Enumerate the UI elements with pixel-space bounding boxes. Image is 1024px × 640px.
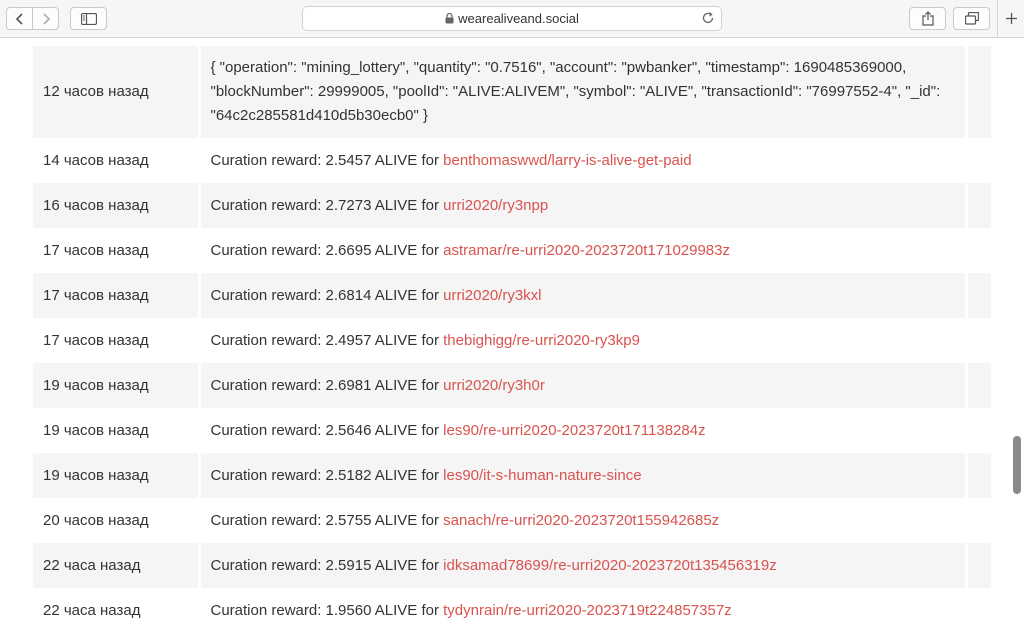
back-button[interactable]	[6, 7, 33, 30]
extra-cell	[966, 273, 991, 318]
reward-text: Curation reward: 2.6695 ALIVE for	[210, 241, 444, 259]
table-row: 22 часа назад Curation reward: 2.5915 AL…	[33, 543, 991, 588]
reward-text: Curation reward: 2.4957 ALIVE for	[210, 331, 444, 349]
post-link[interactable]: les90/re-urri2020-2023720t171138284z	[443, 422, 705, 439]
chevron-right-icon	[42, 12, 50, 25]
reward-text: Curation reward: 2.5755 ALIVE for	[210, 511, 444, 529]
description-cell: Curation reward: 2.4957 ALIVE for thebig…	[199, 318, 968, 363]
time-cell: 17 часов назад	[33, 273, 201, 318]
table-row: 16 часов назад Curation reward: 2.7273 A…	[33, 183, 991, 228]
post-link[interactable]: idksamad78699/re-urri2020-2023720t135456…	[443, 557, 777, 574]
extra-cell	[966, 543, 991, 588]
description-cell: Curation reward: 2.6695 ALIVE for astram…	[199, 228, 968, 273]
time-cell: 19 часов назад	[33, 363, 201, 408]
extra-cell	[966, 363, 991, 408]
share-button[interactable]	[909, 7, 946, 30]
reward-text: Curation reward: 2.5646 ALIVE for	[210, 421, 444, 439]
reload-icon[interactable]	[701, 11, 715, 25]
description-cell: Curation reward: 2.5755 ALIVE for sanach…	[199, 498, 968, 543]
time-cell: 20 часов назад	[33, 498, 201, 543]
address-url: wearealiveand.social	[458, 11, 579, 26]
description-cell: Curation reward: 1.9560 ALIVE for tydynr…	[199, 588, 968, 633]
sidebar-toggle-button[interactable]	[70, 7, 107, 30]
page-content: 12 часов назад { "operation": "mining_lo…	[0, 38, 1024, 640]
extra-cell	[966, 46, 991, 138]
post-link[interactable]: urri2020/ry3h0r	[443, 377, 545, 394]
address-bar[interactable]: wearealiveand.social	[302, 6, 722, 31]
time-cell: 17 часов назад	[33, 228, 201, 273]
description-cell: Curation reward: 2.5457 ALIVE for bentho…	[199, 138, 968, 183]
extra-cell	[966, 588, 991, 633]
tabs-icon	[964, 12, 979, 25]
extra-cell	[966, 183, 991, 228]
table-row: 19 часов назад Curation reward: 2.6981 A…	[33, 363, 991, 408]
table-row: 20 часов назад Curation reward: 2.5755 A…	[33, 498, 991, 543]
description-cell: Curation reward: 2.6981 ALIVE for urri20…	[199, 363, 968, 408]
table-row: 19 часов назад Curation reward: 2.5646 A…	[33, 408, 991, 453]
reward-text: Curation reward: 2.6814 ALIVE for	[210, 286, 444, 304]
post-link[interactable]: sanach/re-urri2020-2023720t155942685z	[443, 512, 719, 529]
time-cell: 14 часов назад	[33, 138, 201, 183]
extra-cell	[966, 498, 991, 543]
post-link[interactable]: urri2020/ry3kxl	[443, 287, 541, 304]
description-cell: Curation reward: 2.5646 ALIVE for les90/…	[199, 408, 968, 453]
reward-text: Curation reward: 2.6981 ALIVE for	[210, 376, 444, 394]
post-link[interactable]: astramar/re-urri2020-2023720t171029983z	[443, 242, 730, 259]
extra-cell	[966, 318, 991, 363]
post-link[interactable]: thebighigg/re-urri2020-ry3kp9	[443, 332, 640, 349]
lock-icon	[445, 13, 454, 24]
transactions-table: 12 часов назад { "operation": "mining_lo…	[33, 46, 991, 633]
description-cell: Curation reward: 2.5915 ALIVE for idksam…	[199, 543, 968, 588]
description-cell: { "operation": "mining_lottery", "quanti…	[199, 46, 968, 138]
table-row: 14 часов назад Curation reward: 2.5457 A…	[33, 138, 991, 183]
time-cell: 19 часов назад	[33, 453, 201, 498]
share-icon	[921, 11, 934, 26]
reward-text: Curation reward: 1.9560 ALIVE for	[210, 601, 444, 619]
browser-toolbar: wearealiveand.social	[0, 0, 1024, 38]
tabs-overview-button[interactable]	[953, 7, 990, 30]
table-row: 19 часов назад Curation reward: 2.5182 A…	[33, 453, 991, 498]
table-row: 17 часов назад Curation reward: 2.6695 A…	[33, 228, 991, 273]
table-row: 12 часов назад { "operation": "mining_lo…	[33, 46, 991, 138]
scrollbar-thumb[interactable]	[1013, 436, 1021, 494]
chevron-left-icon	[15, 12, 23, 25]
extra-cell	[966, 453, 991, 498]
extra-cell	[966, 408, 991, 453]
reward-text: Curation reward: 2.7273 ALIVE for	[210, 196, 444, 214]
forward-button[interactable]	[32, 7, 59, 30]
new-tab-button[interactable]	[997, 0, 1024, 37]
reward-text: Curation reward: 2.5182 ALIVE for	[210, 466, 444, 484]
post-link[interactable]: les90/it-s-human-nature-since	[443, 467, 641, 484]
time-cell: 17 часов назад	[33, 318, 201, 363]
table-row: 17 часов назад Curation reward: 2.4957 A…	[33, 318, 991, 363]
post-link[interactable]: urri2020/ry3npp	[443, 197, 548, 214]
time-cell: 19 часов назад	[33, 408, 201, 453]
time-cell: 12 часов назад	[33, 46, 201, 138]
json-line: { "operation": "mining_lottery", "quanti…	[210, 59, 907, 76]
time-cell: 16 часов назад	[33, 183, 201, 228]
description-cell: Curation reward: 2.7273 ALIVE for urri20…	[199, 183, 968, 228]
post-link[interactable]: tydynrain/re-urri2020-2023719t224857357z	[443, 602, 732, 619]
extra-cell	[966, 138, 991, 183]
description-cell: Curation reward: 2.5182 ALIVE for les90/…	[199, 453, 968, 498]
table-row: 17 часов назад Curation reward: 2.6814 A…	[33, 273, 991, 318]
post-link[interactable]: benthomaswwd/larry-is-alive-get-paid	[443, 152, 691, 169]
description-cell: Curation reward: 2.6814 ALIVE for urri20…	[199, 273, 968, 318]
table-row: 22 часа назад Curation reward: 1.9560 AL…	[33, 588, 991, 633]
plus-icon	[1005, 13, 1017, 24]
json-line: "blockNumber": 29999005, "poolId": "ALIV…	[210, 83, 941, 100]
extra-cell	[966, 228, 991, 273]
time-cell: 22 часа назад	[33, 543, 201, 588]
json-line: "64c2c285581d410d5b30ecb0" }	[210, 107, 429, 124]
reward-text: Curation reward: 2.5457 ALIVE for	[210, 151, 444, 169]
sidebar-icon	[80, 12, 97, 25]
time-cell: 22 часа назад	[33, 588, 201, 633]
reward-text: Curation reward: 2.5915 ALIVE for	[210, 556, 444, 574]
